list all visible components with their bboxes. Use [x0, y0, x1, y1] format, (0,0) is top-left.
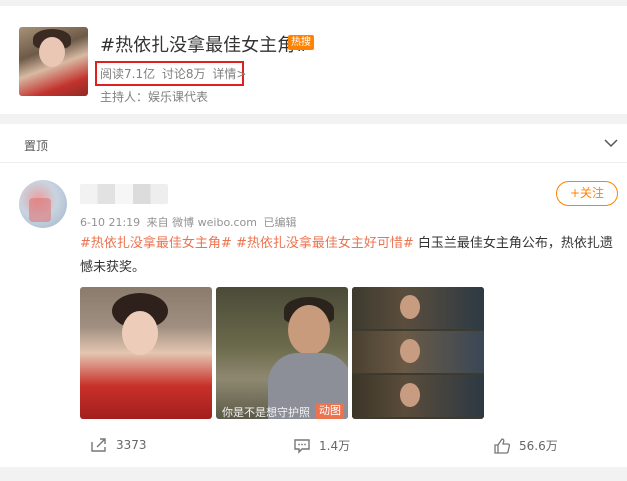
image-face — [288, 305, 330, 355]
hashtag-link[interactable]: #热依扎没拿最佳女主好可惜# — [236, 236, 414, 251]
topic-card: #热依扎没拿最佳女主角# 热搜 阅读7.1亿 讨论8万 详情> 主持人：娱乐课代… — [0, 6, 627, 114]
like-icon — [494, 437, 511, 454]
topic-thumbnail[interactable] — [19, 27, 88, 96]
discussion-count: 讨论8万 — [161, 67, 206, 81]
comment-count: 1.4万 — [319, 439, 351, 453]
chevron-down-icon[interactable] — [602, 134, 620, 152]
image-face — [400, 295, 420, 319]
image-frame — [352, 375, 484, 417]
post-source: 来自 微博 weibo.com — [146, 216, 257, 229]
post-card: 置顶 +关注 6-10 21:19 来自 微博 weibo.com 已编辑 #热… — [0, 124, 627, 467]
post-text: #热依扎没拿最佳女主角# #热依扎没拿最佳女主好可惜# 白玉兰最佳女主角公布，热… — [80, 232, 620, 280]
post-time[interactable]: 6-10 21:19 — [80, 216, 140, 229]
read-count: 阅读7.1亿 — [100, 67, 156, 81]
post-image-1[interactable] — [80, 287, 212, 419]
gif-badge: 动图 — [316, 403, 344, 419]
hashtag-link[interactable]: #热依扎没拿最佳女主角# — [80, 236, 232, 251]
image-face — [400, 339, 420, 363]
post-image-3[interactable] — [352, 287, 484, 419]
share-count: 3373 — [116, 438, 147, 452]
divider — [0, 162, 627, 163]
topic-title[interactable]: #热依扎没拿最佳女主角# — [100, 31, 310, 57]
edited-label: 已编辑 — [263, 216, 297, 229]
avatar-image — [29, 198, 51, 222]
details-link[interactable]: 详情> — [212, 67, 246, 81]
share-icon — [91, 438, 106, 452]
like-button[interactable]: 56.6万 — [493, 437, 558, 454]
username-blurred[interactable] — [80, 184, 168, 204]
comment-button[interactable]: 1.4万 — [293, 437, 350, 454]
share-button[interactable]: 3373 — [90, 437, 147, 453]
thumb-face — [39, 37, 65, 67]
topic-stats: 阅读7.1亿 讨论8万 详情> — [100, 65, 249, 82]
post-image-2[interactable]: 你是不是想守护照 动图 — [216, 287, 348, 419]
pinned-label: 置顶 — [24, 139, 49, 153]
image-subtitle: 你是不是想守护照 — [222, 406, 310, 419]
topic-host: 主持人：娱乐课代表 — [100, 90, 209, 104]
image-frame — [352, 331, 484, 373]
hot-badge: 热搜 — [288, 35, 314, 50]
avatar[interactable] — [19, 180, 67, 228]
post-meta: 6-10 21:19 来自 微博 weibo.com 已编辑 — [80, 214, 300, 230]
comment-icon — [294, 438, 310, 454]
like-count: 56.6万 — [519, 439, 558, 453]
image-face — [122, 311, 158, 355]
image-face — [400, 383, 420, 407]
image-frame — [352, 287, 484, 329]
follow-button[interactable]: +关注 — [556, 181, 618, 206]
